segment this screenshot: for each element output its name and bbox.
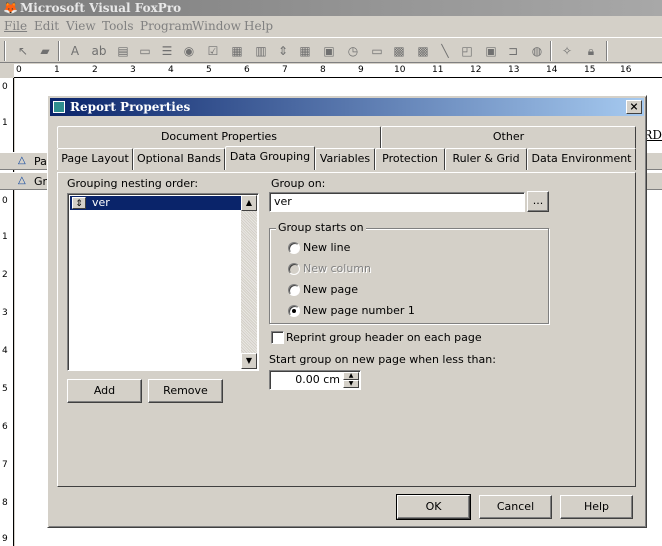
container-tool-icon[interactable]: ▣ (482, 42, 500, 60)
grouping-nesting-label: Grouping nesting order: (67, 177, 199, 190)
menu-program[interactable]: Program (140, 19, 193, 33)
mover-icon[interactable]: ⇕ (72, 197, 86, 209)
tab-optional-bands[interactable]: Optional Bands (133, 148, 225, 170)
button-tool-icon[interactable]: ▭ (136, 42, 154, 60)
list-tool-icon[interactable]: ▥ (252, 42, 270, 60)
tab-data-environment[interactable]: Data Environment (527, 148, 636, 170)
grid-tool-icon[interactable]: ▦ (296, 42, 314, 60)
dialog-title-bar: Report Properties × (50, 98, 644, 116)
report-properties-dialog: Report Properties × Document Properties … (47, 95, 647, 528)
triangle-up-icon: △ (18, 175, 26, 186)
image-tool-icon[interactable]: ▣ (320, 42, 338, 60)
builder-lock-icon[interactable]: ✧ (558, 42, 576, 60)
lock-icon[interactable]: 🔒︎ (582, 42, 600, 60)
tab-protection[interactable]: Protection (375, 148, 445, 170)
tab-ruler-grid[interactable]: Ruler & Grid (445, 148, 527, 170)
editbox-tool-icon[interactable]: ▤ (114, 42, 132, 60)
shape-tool-icon[interactable]: ◰ (458, 42, 476, 60)
separator-tool-icon[interactable]: ⊐ (504, 42, 522, 60)
foxpro-logo-icon: 🦊 (3, 1, 18, 15)
lock-tool-icon[interactable]: ▰ (36, 42, 54, 60)
list-item[interactable]: ⇕ ver (70, 196, 242, 210)
option-tool-icon[interactable]: ◉ (180, 42, 198, 60)
checkbox-tool-icon[interactable]: ☑ (204, 42, 222, 60)
reprint-header-label: Reprint group header on each page (286, 331, 482, 344)
ok-button[interactable]: OK (396, 494, 471, 520)
radio-new-line[interactable] (288, 242, 300, 254)
combo-tool-icon[interactable]: ▦ (228, 42, 246, 60)
group-starts-on-box: Group starts on New line New column New … (269, 221, 549, 324)
cancel-button[interactable]: Cancel (479, 495, 552, 519)
tab-document-properties[interactable]: Document Properties (57, 126, 381, 148)
textbox-tool-icon[interactable]: ab (90, 42, 108, 60)
line-tool-icon[interactable]: ╲ (436, 42, 454, 60)
radio-new-page[interactable] (288, 284, 300, 296)
app-title-bar: 🦊 Microsoft Visual FoxPro (0, 0, 662, 16)
add-button[interactable]: Add (67, 379, 142, 403)
report-controls-toolbar: ↖ ▰ A ab ▤ ▭ ☰ ◉ ☑ ▦ ▥ ⇕ ▦ ▣ ◷ ▭ ▩ ▩ ╲ ◰… (0, 37, 662, 63)
group-on-label: Group on: (271, 177, 326, 190)
group-tool-icon[interactable]: ☰ (158, 42, 176, 60)
reprint-header-checkbox[interactable] (271, 331, 284, 344)
radio-new-page-number-1[interactable] (288, 305, 300, 317)
list-scrollbar[interactable]: ▲ ▼ (241, 195, 257, 369)
group-on-input[interactable]: ver (269, 192, 525, 212)
spinner-tool-icon[interactable]: ⇕ (274, 42, 292, 60)
radio-new-column-label: New column (303, 262, 371, 275)
spinner-buttons[interactable]: ▲ ▼ (343, 372, 359, 388)
label-tool-icon[interactable]: A (66, 42, 84, 60)
pointer-icon[interactable]: ↖ (14, 42, 32, 60)
radio-new-column[interactable] (288, 263, 300, 275)
start-new-page-label: Start group on new page when less than: (269, 353, 496, 366)
menu-view[interactable]: View (66, 19, 96, 33)
menu-edit[interactable]: Edit (34, 19, 59, 33)
spin-up-icon[interactable]: ▲ (343, 372, 359, 380)
horizontal-ruler: 0 1 2 3 4 5 6 7 8 9 10 11 12 13 14 15 16 (14, 64, 662, 78)
pageframe-tool-icon[interactable]: ▭ (368, 42, 386, 60)
app-title: Microsoft Visual FoxPro (20, 1, 182, 15)
tab-variables[interactable]: Variables (315, 148, 375, 170)
report-icon (53, 101, 65, 113)
radio-new-line-label: New line (303, 241, 351, 254)
grouping-list[interactable]: ⇕ ver ▲ ▼ (67, 193, 259, 371)
radio-new-page-label: New page (303, 283, 358, 296)
scroll-down-icon[interactable]: ▼ (241, 353, 257, 369)
menu-tools[interactable]: Tools (102, 19, 134, 33)
expression-builder-button[interactable]: ... (527, 191, 549, 212)
menu-help[interactable]: Help (244, 19, 273, 33)
timer-tool-icon[interactable]: ◷ (344, 42, 362, 60)
remove-button[interactable]: Remove (148, 379, 223, 403)
scroll-up-icon[interactable]: ▲ (241, 195, 257, 211)
dialog-title: Report Properties (70, 100, 191, 114)
close-button[interactable]: × (626, 100, 642, 114)
group-starts-on-title: Group starts on (276, 221, 366, 234)
tab-other[interactable]: Other (381, 126, 636, 148)
menu-window[interactable]: Window (192, 19, 241, 33)
ole-bound-tool-icon[interactable]: ▩ (414, 42, 432, 60)
vertical-ruler: 0 1 0 1 2 3 4 5 6 7 8 9 (0, 78, 14, 546)
hyperlink-tool-icon[interactable]: ◍ (528, 42, 546, 60)
start-new-page-spinner[interactable]: 0.00 cm ▲ ▼ (269, 370, 361, 390)
ruler-corner (0, 64, 14, 78)
tab-data-grouping[interactable]: Data Grouping (225, 146, 315, 170)
menu-file[interactable]: File (4, 19, 27, 33)
tab-page-layout[interactable]: Page Layout (57, 148, 133, 170)
data-grouping-panel: Grouping nesting order: ⇕ ver ▲ ▼ Add Re… (57, 172, 636, 487)
triangle-up-icon: △ (18, 155, 26, 166)
spin-down-icon[interactable]: ▼ (343, 380, 359, 388)
radio-new-page-number-1-label: New page number 1 (303, 304, 415, 317)
ole-tool-icon[interactable]: ▩ (390, 42, 408, 60)
help-button[interactable]: Help (560, 495, 633, 519)
radio-selected-dot (292, 309, 296, 313)
menu-bar: File Edit View Tools Program Window Help (0, 16, 662, 36)
